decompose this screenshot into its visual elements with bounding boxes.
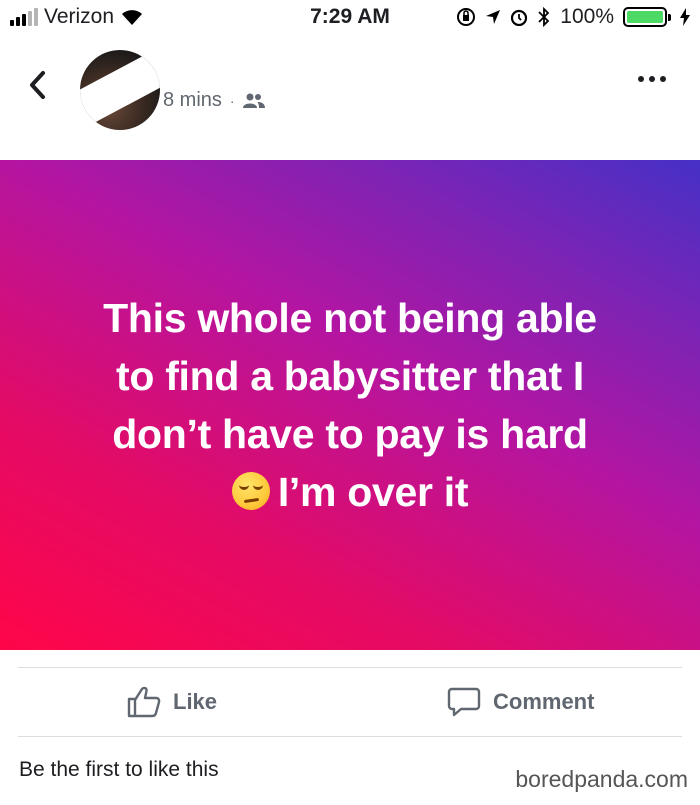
avatar[interactable]: [80, 50, 160, 130]
post-timestamp[interactable]: 8 mins: [163, 89, 222, 112]
post-text-line: I’m over it: [277, 469, 469, 515]
thumbs-up-icon: [127, 686, 161, 718]
likes-summary[interactable]: Be the first to like this: [19, 758, 219, 782]
location-icon: [486, 10, 501, 24]
comment-bubble-icon: [447, 687, 481, 717]
post-text-last-line: I’m over it: [30, 463, 670, 521]
more-options-button[interactable]: [638, 76, 666, 82]
status-bar: Verizon 7:29 AM 100%: [0, 0, 700, 34]
battery-fill: [627, 11, 663, 23]
post-text-line: to find a babysitter that I: [116, 353, 584, 399]
friends-icon: [242, 93, 265, 108]
post-background[interactable]: This whole not being able to find a baby…: [0, 160, 700, 650]
post-header: 8 mins ·: [0, 40, 700, 140]
orientation-lock-icon: [457, 8, 476, 26]
bluetooth-icon: [538, 7, 550, 27]
meta-separator: ·: [229, 92, 235, 109]
like-button[interactable]: Like: [127, 686, 217, 718]
post-text: This whole not being able to find a baby…: [30, 289, 670, 521]
charging-icon: [680, 8, 690, 26]
avatar-redaction: [80, 50, 160, 128]
unamused-face-icon: [231, 472, 270, 510]
chevron-left-icon: [30, 71, 45, 99]
post-text-line: don’t have to pay is hard: [112, 411, 588, 457]
action-bar: Like Comment: [0, 668, 700, 736]
battery-icon: [623, 7, 671, 27]
back-button[interactable]: [24, 68, 50, 102]
status-right: 100%: [456, 5, 690, 29]
more-dot: [638, 76, 644, 82]
divider: [18, 736, 682, 737]
more-dot: [660, 76, 666, 82]
battery-percent: 100%: [560, 5, 614, 28]
comment-label: Comment: [493, 689, 595, 714]
comment-button[interactable]: Comment: [447, 686, 594, 718]
like-label: Like: [173, 689, 218, 714]
more-dot: [649, 76, 655, 82]
post-meta: 8 mins ·: [163, 89, 265, 112]
watermark: boredpanda.com: [515, 766, 688, 792]
alarm-icon: [511, 9, 528, 26]
post-text-line: This whole not being able: [103, 295, 597, 341]
